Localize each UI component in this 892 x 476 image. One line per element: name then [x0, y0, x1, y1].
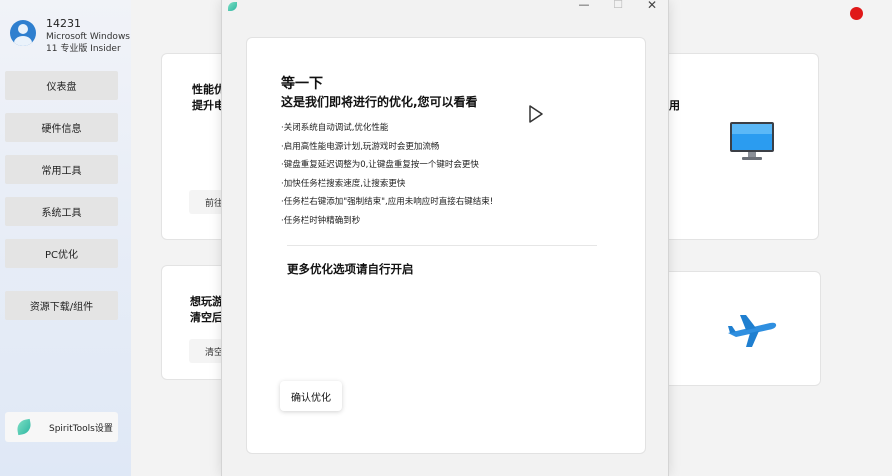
card-game-sub: 清空后: [190, 311, 223, 324]
list-item: ·启用高性能电源计划,玩游戏时会更加流畅: [281, 141, 440, 152]
sidebar: 14231 Microsoft Windows 11 专业版 Insider 仪…: [0, 0, 131, 476]
mouse-cursor-icon: [529, 105, 543, 123]
sidebar-item-system-tools[interactable]: 系统工具: [5, 197, 118, 226]
dialog-subtitle: 这是我们即将进行的优化,您可以看看: [281, 95, 478, 109]
list-item: ·关闭系统自动调试,优化性能: [281, 123, 389, 133]
more-options-heading: 更多优化选项请自行开启: [287, 262, 414, 276]
sidebar-item-hardware[interactable]: 硬件信息: [5, 113, 118, 142]
monitor-icon: [730, 122, 774, 160]
card-game-title: 想玩游: [190, 295, 223, 308]
minimize-button[interactable]: —: [574, 0, 594, 12]
app-logo-icon: [228, 2, 237, 11]
os-line-2: 11 专业版 Insider: [46, 44, 121, 54]
close-button[interactable]: ✕: [642, 0, 662, 12]
sidebar-item-dashboard[interactable]: 仪表盘: [5, 71, 118, 100]
divider: [287, 245, 597, 246]
list-item: ·键盘重复延迟调整为0,让键盘重复按一个键时会更快: [281, 160, 479, 170]
leaf-icon: [15, 418, 33, 436]
card-display-text: 用: [669, 99, 680, 112]
record-indicator: [850, 7, 863, 20]
dialog-titlebar[interactable]: — ☐ ✕: [222, 0, 668, 14]
settings-label: SpiritTools设置: [49, 423, 113, 434]
avatar: [10, 20, 36, 46]
airplane-icon: [728, 315, 777, 347]
sidebar-item-downloads[interactable]: 资源下载/组件: [5, 291, 118, 320]
settings-button[interactable]: SpiritTools设置: [5, 412, 118, 442]
dialog-panel: 等一下 这是我们即将进行的优化,您可以看看 ·关闭系统自动调试,优化性能 ·启用…: [246, 37, 646, 454]
user-profile: 14231 Microsoft Windows 11 专业版 Insider: [10, 16, 130, 56]
optimize-dialog: — ☐ ✕ 等一下 这是我们即将进行的优化,您可以看看 ·关闭系统自动调试,优化…: [221, 0, 669, 476]
user-name: 14231: [46, 17, 81, 30]
list-item: ·任务栏时钟精确到秒: [281, 215, 361, 226]
maximize-button[interactable]: ☐: [608, 0, 628, 12]
confirm-optimize-button[interactable]: 确认优化: [280, 381, 342, 411]
list-item: ·加快任务栏搜索速度,让搜索更快: [281, 178, 406, 189]
os-line-1: Microsoft Windows: [46, 32, 130, 42]
user-os: Microsoft Windows 11 专业版 Insider: [46, 31, 136, 55]
sidebar-item-common-tools[interactable]: 常用工具: [5, 155, 118, 184]
sidebar-item-pc-optimize[interactable]: PC优化: [5, 239, 118, 268]
dialog-title: 等一下: [281, 76, 323, 92]
list-item: ·任务栏右键添加"强制结束",应用未响应时直接右键结束!: [281, 197, 494, 207]
optimization-list: ·关闭系统自动调试,优化性能 ·启用高性能电源计划,玩游戏时会更加流畅 ·键盘重…: [281, 119, 493, 230]
